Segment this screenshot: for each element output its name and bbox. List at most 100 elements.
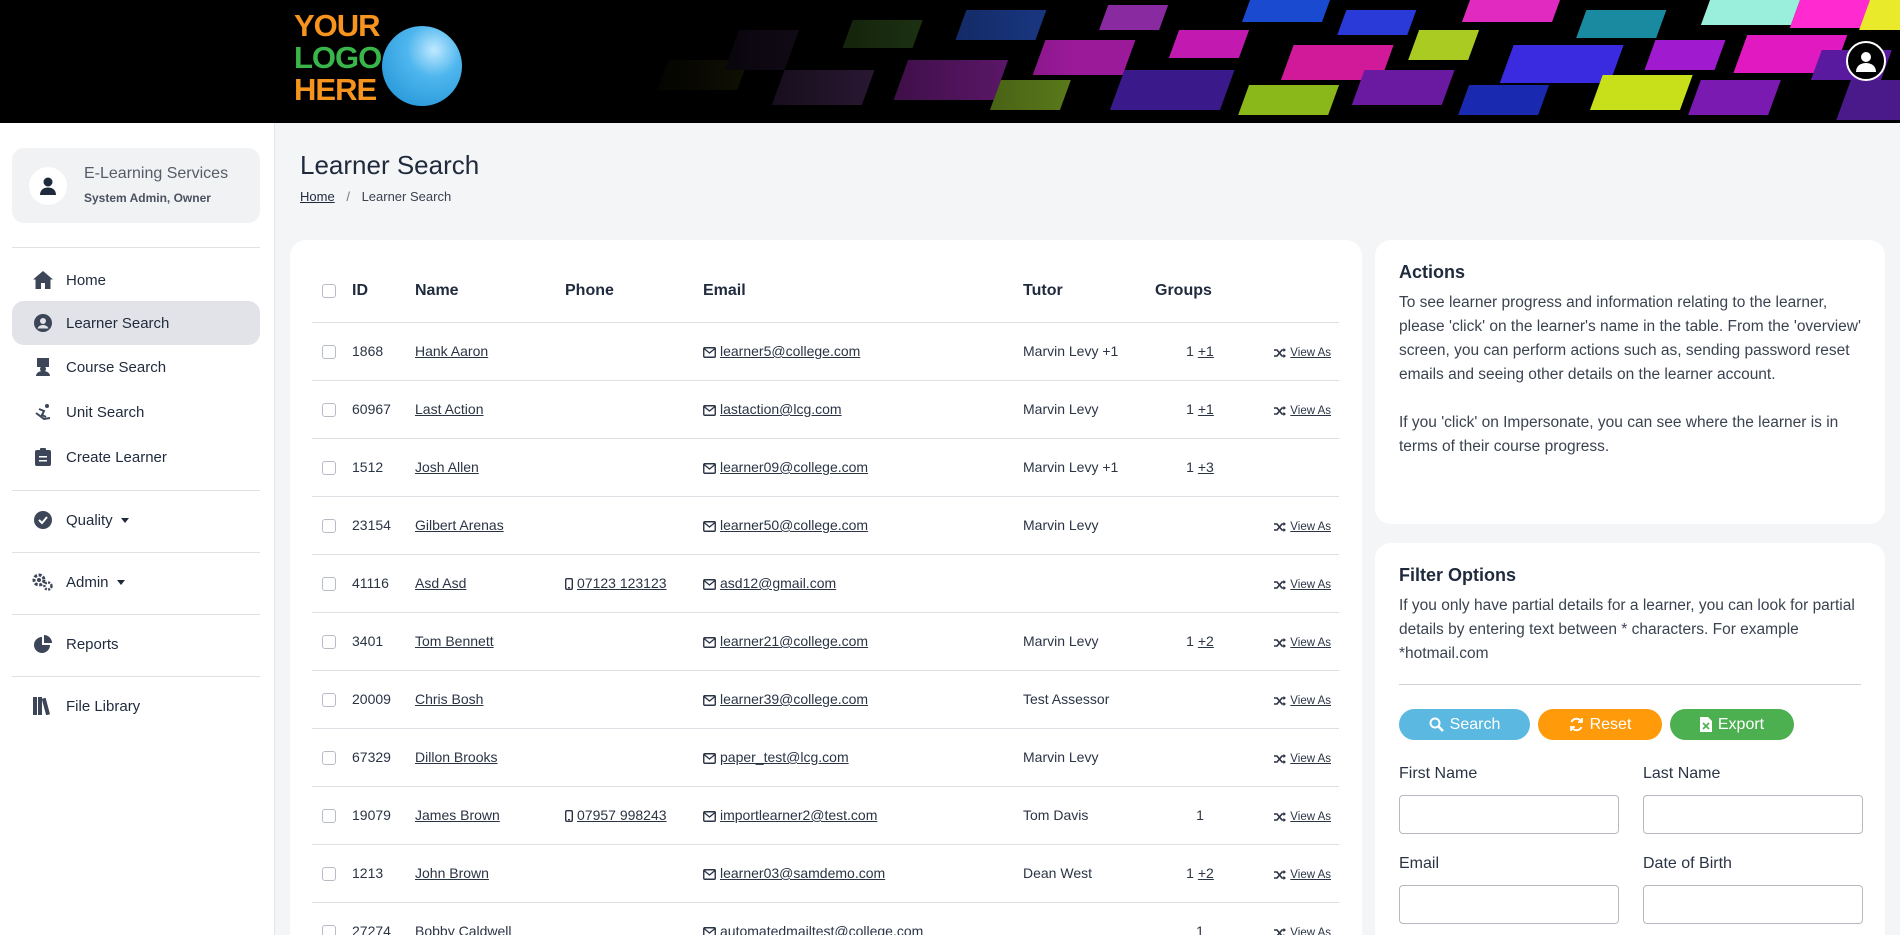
groups-more-link[interactable]: +2 <box>1198 865 1214 881</box>
groups-more-link[interactable]: +3 <box>1198 459 1214 475</box>
learner-name-link[interactable]: Chris Bosh <box>415 691 483 707</box>
column-header-email[interactable]: Email <box>703 260 1023 323</box>
view-as-link[interactable]: View As <box>1274 695 1331 707</box>
books-icon <box>32 695 54 717</box>
view-as-link[interactable]: View As <box>1274 811 1331 823</box>
export-button[interactable]: Export <box>1670 709 1794 740</box>
breadcrumb-separator: / <box>346 189 350 204</box>
phone-link[interactable]: 07957 998243 <box>577 807 667 823</box>
column-header-actions <box>1245 260 1339 323</box>
dob-input[interactable] <box>1643 885 1863 924</box>
home-icon <box>32 269 54 291</box>
row-checkbox[interactable] <box>322 867 336 882</box>
column-header-tutor[interactable]: Tutor <box>1023 260 1155 323</box>
learner-name-link[interactable]: Josh Allen <box>415 459 479 475</box>
email-link[interactable]: learner09@college.com <box>720 459 868 475</box>
row-checkbox[interactable] <box>322 809 336 824</box>
tutor-cell: Marvin Levy <box>1023 728 1155 787</box>
sidebar-item-home[interactable]: Home <box>12 258 260 302</box>
view-as-link[interactable]: View As <box>1274 579 1331 591</box>
logo[interactable]: YOUR LOGO HERE <box>294 10 464 116</box>
groups-more-link[interactable]: +2 <box>1198 633 1214 649</box>
actions-cell: View As <box>1245 786 1339 845</box>
select-all-checkbox[interactable] <box>322 283 336 298</box>
phone-cell: 07123 123123 <box>565 554 703 613</box>
envelope-icon <box>703 517 720 533</box>
sidebar-item-quality[interactable]: Quality <box>12 498 260 542</box>
view-as-link[interactable]: View As <box>1274 637 1331 649</box>
sidebar-item-learner-search[interactable]: Learner Search <box>12 301 260 345</box>
reset-button[interactable]: Reset <box>1538 709 1662 740</box>
export-button-label: Export <box>1717 715 1765 733</box>
column-header-name[interactable]: Name <box>415 260 565 323</box>
divider <box>1399 684 1861 685</box>
row-checkbox[interactable] <box>322 635 336 650</box>
email-link[interactable]: asd12@gmail.com <box>720 575 836 591</box>
sidebar-item-course-search[interactable]: Course Search <box>12 345 260 389</box>
view-as-link[interactable]: View As <box>1274 405 1331 417</box>
sidebar-item-reports[interactable]: Reports <box>12 622 260 666</box>
email-link[interactable]: learner03@samdemo.com <box>720 865 885 881</box>
sidebar-item-unit-search[interactable]: Unit Search <box>12 390 260 434</box>
page-title: Learner Search <box>300 150 480 180</box>
row-checkbox[interactable] <box>322 751 336 766</box>
table-row: 1512 Josh Allen learner09@college.com Marvi… <box>312 438 1339 497</box>
row-checkbox[interactable] <box>322 345 336 360</box>
email-link[interactable]: learner50@college.com <box>720 517 868 533</box>
table-row: 20009 Chris Bosh learner39@college.com Test… <box>312 670 1339 729</box>
column-header-id[interactable]: ID <box>352 260 415 323</box>
sidebar-item-admin[interactable]: Admin <box>12 560 260 604</box>
last-name-input[interactable] <box>1643 795 1863 834</box>
phone-link[interactable]: 07123 123123 <box>577 575 667 591</box>
filter-help-text: If you only have partial details for a l… <box>1399 597 1855 662</box>
email-link[interactable]: lastaction@lcg.com <box>720 401 842 417</box>
row-checkbox[interactable] <box>322 693 336 708</box>
groups-more-link[interactable]: +1 <box>1198 343 1214 359</box>
view-as-label: View As <box>1290 347 1331 359</box>
row-checkbox[interactable] <box>322 577 336 592</box>
first-name-input[interactable] <box>1399 795 1619 834</box>
email-link[interactable]: learner39@college.com <box>720 691 868 707</box>
email-link[interactable]: paper_test@lcg.com <box>720 749 849 765</box>
actions-cell: View As <box>1245 612 1339 671</box>
learner-name-link[interactable]: Last Action <box>415 401 484 417</box>
email-input[interactable] <box>1399 885 1619 924</box>
learner-name-link[interactable]: Tom Bennett <box>415 633 494 649</box>
column-header-groups[interactable]: Groups <box>1155 260 1245 323</box>
learner-name-link[interactable]: John Brown <box>415 865 489 881</box>
breadcrumb-home-link[interactable]: Home <box>300 189 335 204</box>
view-as-link[interactable]: View As <box>1274 869 1331 881</box>
learner-name-link[interactable]: Gilbert Arenas <box>415 517 504 533</box>
email-link[interactable]: importlearner2@test.com <box>720 807 877 823</box>
tutor-cell: Tom Davis <box>1023 786 1155 845</box>
column-header-phone[interactable]: Phone <box>565 260 703 323</box>
view-as-link[interactable]: View As <box>1274 753 1331 765</box>
user-menu-button[interactable] <box>1846 41 1886 81</box>
learner-name-link[interactable]: Hank Aaron <box>415 343 488 359</box>
search-button[interactable]: Search <box>1399 709 1530 740</box>
learner-name-link[interactable]: James Brown <box>415 807 500 823</box>
groups-count: 1 <box>1186 865 1194 881</box>
learner-name-link[interactable]: Asd Asd <box>415 575 466 591</box>
view-as-link[interactable]: View As <box>1274 927 1331 935</box>
table-row: 27274 Bobby Caldwell automatedmailtest@col… <box>312 902 1339 935</box>
email-link[interactable]: automatedmailtest@college.com <box>720 923 923 935</box>
row-checkbox[interactable] <box>322 519 336 534</box>
sidebar-item-file-library[interactable]: File Library <box>12 684 260 728</box>
row-checkbox[interactable] <box>322 461 336 476</box>
envelope-icon <box>703 575 720 591</box>
learner-name-link[interactable]: Bobby Caldwell <box>415 923 512 935</box>
chevron-down-icon <box>116 579 125 585</box>
view-as-link[interactable]: View As <box>1274 521 1331 533</box>
row-checkbox[interactable] <box>322 403 336 418</box>
view-as-label: View As <box>1290 695 1331 707</box>
shuffle-icon <box>1274 811 1290 823</box>
sidebar-item-create-learner[interactable]: Create Learner <box>12 435 260 479</box>
table-row: 19079 James Brown 07957 998243 importlearne… <box>312 786 1339 845</box>
row-checkbox[interactable] <box>322 925 336 935</box>
learner-name-link[interactable]: Dillon Brooks <box>415 749 497 765</box>
view-as-link[interactable]: View As <box>1274 347 1331 359</box>
email-link[interactable]: learner21@college.com <box>720 633 868 649</box>
email-link[interactable]: learner5@college.com <box>720 343 860 359</box>
groups-more-link[interactable]: +1 <box>1198 401 1214 417</box>
